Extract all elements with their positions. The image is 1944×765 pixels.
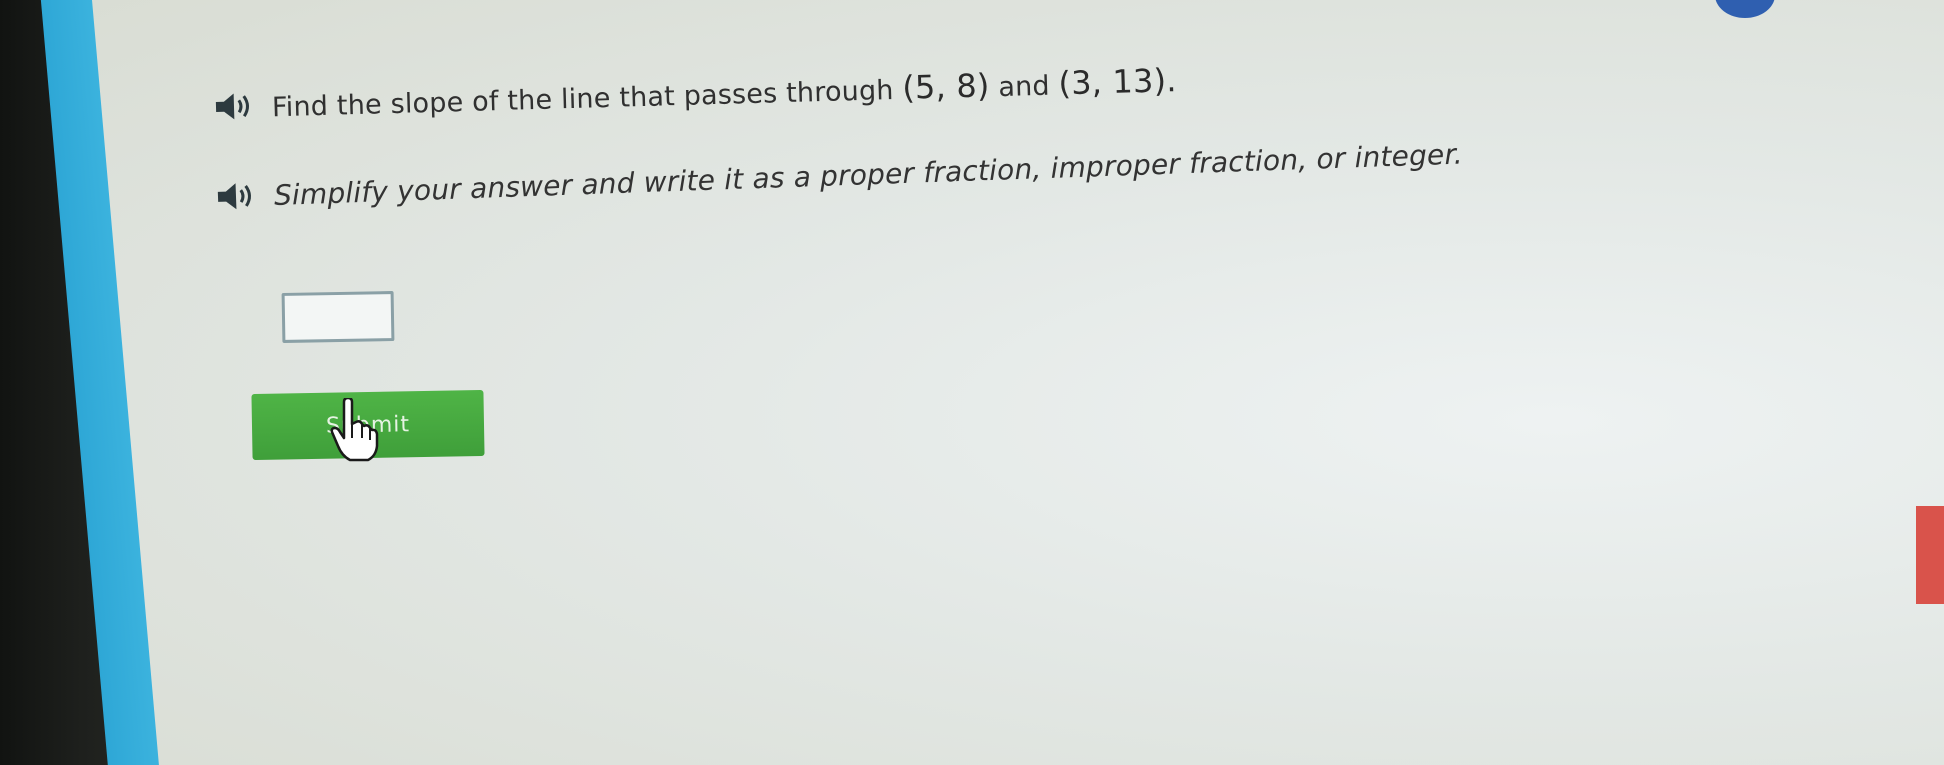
point-a: (5, 8) xyxy=(901,66,991,107)
question-connector: and xyxy=(989,70,1059,104)
speaker-icon[interactable] xyxy=(215,179,258,214)
answer-input[interactable] xyxy=(281,291,395,343)
question-prompt: Find the slope of the line that passes t… xyxy=(271,74,903,124)
instruction-text: Simplify your answer and write it as a p… xyxy=(273,136,1464,212)
hand-cursor-icon xyxy=(330,396,380,462)
question-content: Find the slope of the line that passes t… xyxy=(152,0,1852,765)
question-text: Find the slope of the line that passes t… xyxy=(271,61,1178,124)
instruction-row: Simplify your answer and write it as a p… xyxy=(215,136,1463,214)
question-panel: Find the slope of the line that passes t… xyxy=(92,0,1944,765)
right-edge-tab[interactable] xyxy=(1916,506,1944,604)
speaker-icon[interactable] xyxy=(214,89,257,124)
screen: Find the slope of the line that passes t… xyxy=(0,0,1944,765)
question-row: Find the slope of the line that passes t… xyxy=(213,61,1177,126)
point-b: (3, 13). xyxy=(1057,61,1178,103)
